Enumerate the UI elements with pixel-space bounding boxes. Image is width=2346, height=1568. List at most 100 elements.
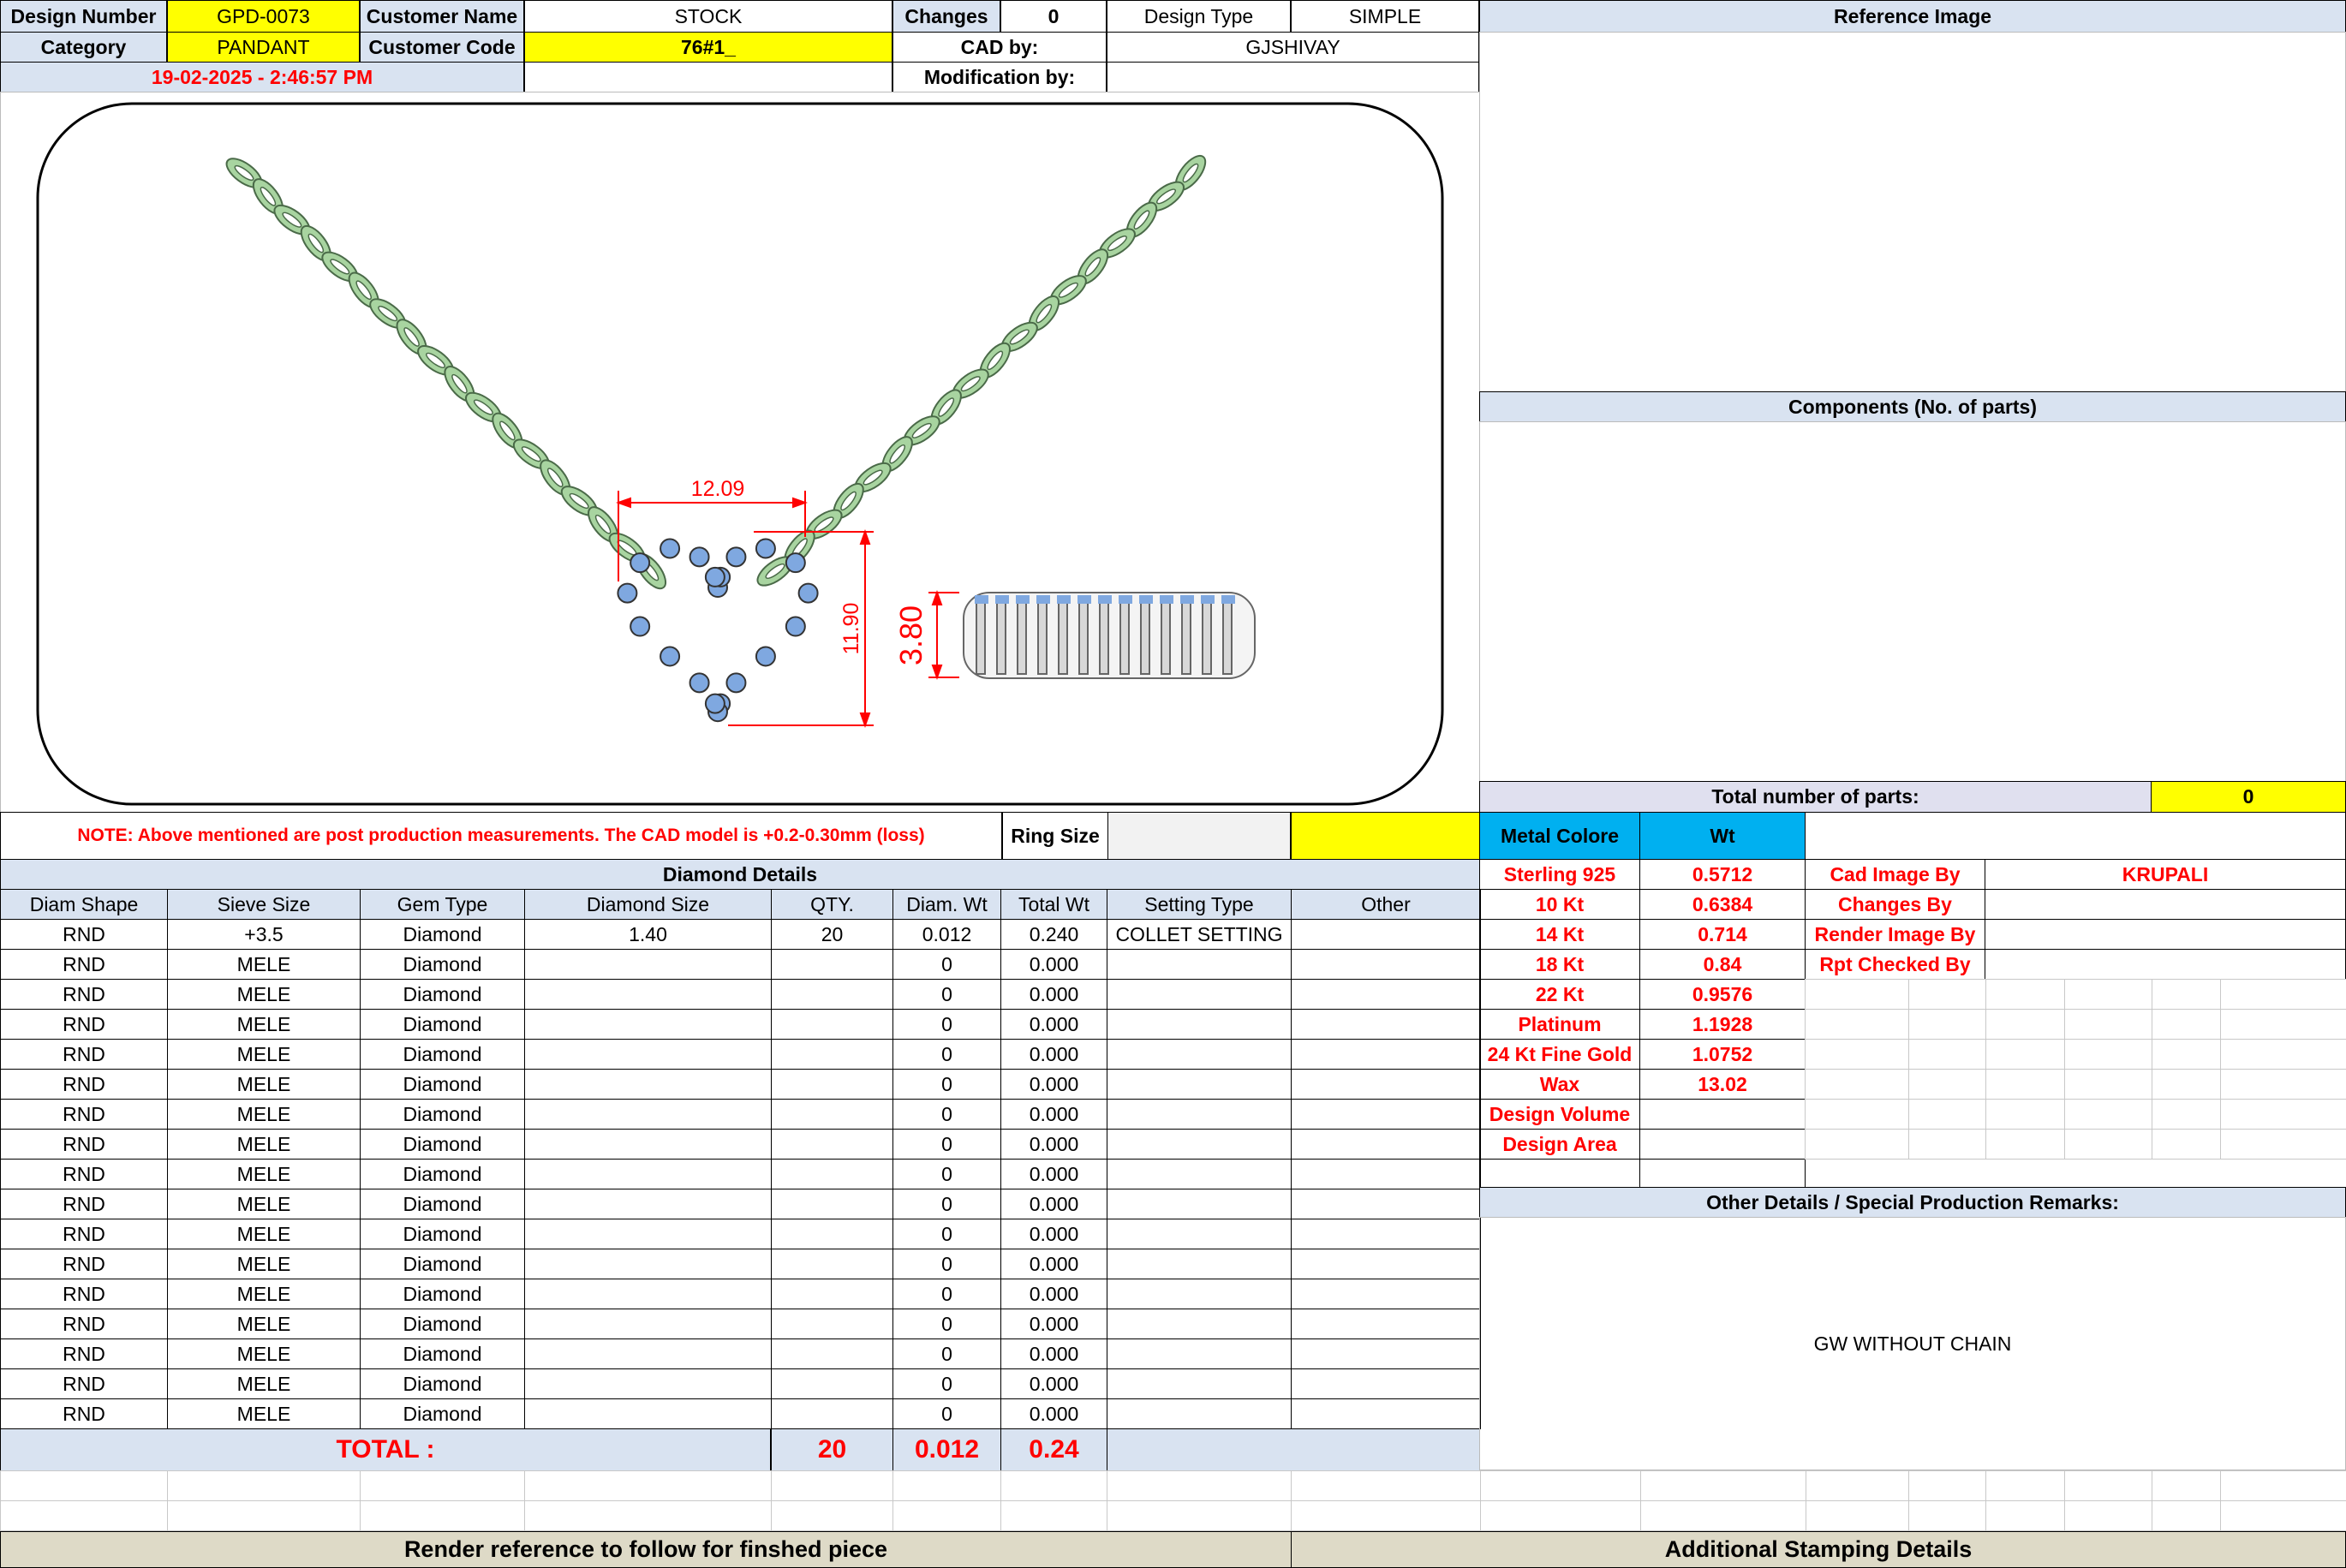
- diamond-cell[interactable]: RND: [0, 1398, 168, 1429]
- diamond-cell[interactable]: 1.40: [524, 919, 772, 950]
- diamond-cell[interactable]: [771, 979, 893, 1010]
- diamond-cell[interactable]: [771, 1219, 893, 1249]
- diamond-cell[interactable]: 0.000: [1000, 1039, 1107, 1070]
- diamond-cell[interactable]: MELE: [167, 1069, 361, 1100]
- blank-cell[interactable]: [1000, 1500, 1107, 1531]
- blank-cell[interactable]: [1000, 1470, 1107, 1501]
- diamond-cell[interactable]: 0.000: [1000, 1249, 1107, 1279]
- diamond-cell[interactable]: [524, 1039, 772, 1070]
- diamond-cell[interactable]: [524, 1279, 772, 1309]
- grid-cell[interactable]: [1908, 1099, 1986, 1130]
- diamond-cell[interactable]: MELE: [167, 1159, 361, 1189]
- grid-cell[interactable]: [2064, 1099, 2152, 1130]
- grid-cell[interactable]: [1985, 1129, 2065, 1160]
- diamond-cell[interactable]: [524, 1309, 772, 1339]
- metal-wt[interactable]: 13.02: [1639, 1069, 1806, 1100]
- diamond-cell[interactable]: [1291, 919, 1481, 950]
- grid-cell[interactable]: [2064, 1039, 2152, 1070]
- blank-cell[interactable]: [524, 1470, 772, 1501]
- diamond-cell[interactable]: Diamond: [360, 1129, 525, 1160]
- diamond-cell[interactable]: [1107, 1159, 1292, 1189]
- blank-cell[interactable]: [1908, 1470, 1986, 1501]
- diamond-cell[interactable]: [524, 1368, 772, 1399]
- diamond-cell[interactable]: Diamond: [360, 1219, 525, 1249]
- blank-cell[interactable]: [0, 1470, 168, 1501]
- blank-cell[interactable]: [771, 1470, 893, 1501]
- diamond-cell[interactable]: [1291, 1069, 1481, 1100]
- diamond-cell[interactable]: 0: [892, 949, 1001, 980]
- metal-wt[interactable]: 0.84: [1639, 949, 1806, 980]
- diamond-cell[interactable]: 0: [892, 1009, 1001, 1040]
- diamond-cell[interactable]: [1291, 1309, 1481, 1339]
- diamond-cell[interactable]: [1291, 1099, 1481, 1130]
- diamond-cell[interactable]: [1107, 1099, 1292, 1130]
- diamond-cell[interactable]: MELE: [167, 1189, 361, 1219]
- diamond-cell[interactable]: 0: [892, 1129, 1001, 1160]
- blank-cell[interactable]: [1107, 1470, 1292, 1501]
- diamond-cell[interactable]: 0: [892, 1069, 1001, 1100]
- grid-cell[interactable]: [2064, 1129, 2152, 1160]
- diamond-cell[interactable]: [1291, 979, 1481, 1010]
- grid-cell[interactable]: [2152, 1069, 2221, 1100]
- grid-cell[interactable]: [2152, 979, 2221, 1010]
- diamond-cell[interactable]: [524, 1099, 772, 1130]
- cad-by-value[interactable]: GJSHIVAY: [1107, 32, 1479, 63]
- total-parts-value[interactable]: 0: [2151, 781, 2346, 813]
- diamond-cell[interactable]: [1107, 1069, 1292, 1100]
- blank-cell[interactable]: [2220, 1500, 2346, 1531]
- customer-name-value[interactable]: STOCK: [524, 0, 892, 33]
- diamond-cell[interactable]: [1107, 1309, 1292, 1339]
- diamond-cell[interactable]: Diamond: [360, 1279, 525, 1309]
- diamond-cell[interactable]: [524, 949, 772, 980]
- diamond-cell[interactable]: Diamond: [360, 1159, 525, 1189]
- grid-cell[interactable]: [2220, 1069, 2346, 1100]
- diamond-cell[interactable]: MELE: [167, 1338, 361, 1369]
- blank-cell[interactable]: [524, 1500, 772, 1531]
- diamond-cell[interactable]: [524, 1249, 772, 1279]
- diamond-cell[interactable]: RND: [0, 1069, 168, 1100]
- blank-cell[interactable]: [1985, 1470, 2065, 1501]
- grid-cell[interactable]: [1805, 1069, 1909, 1100]
- diamond-cell[interactable]: [524, 1159, 772, 1189]
- diamond-cell[interactable]: 0.000: [1000, 1159, 1107, 1189]
- diamond-cell[interactable]: Diamond: [360, 979, 525, 1010]
- diamond-cell[interactable]: [1107, 1189, 1292, 1219]
- diamond-cell[interactable]: [1107, 1129, 1292, 1160]
- blank-cell[interactable]: [1806, 1470, 1909, 1501]
- blank-cell[interactable]: [2152, 1470, 2221, 1501]
- diamond-cell[interactable]: [524, 1189, 772, 1219]
- grid-cell[interactable]: [2220, 1129, 2346, 1160]
- diamond-cell[interactable]: [1291, 1338, 1481, 1369]
- grid-cell[interactable]: [1985, 1039, 2065, 1070]
- diamond-cell[interactable]: Diamond: [360, 1368, 525, 1399]
- diamond-cell[interactable]: Diamond: [360, 1099, 525, 1130]
- diamond-cell[interactable]: [1107, 1249, 1292, 1279]
- diamond-cell[interactable]: [1291, 1279, 1481, 1309]
- diamond-cell[interactable]: [1291, 1249, 1481, 1279]
- diamond-cell[interactable]: [1107, 1368, 1292, 1399]
- blank-cell[interactable]: [1480, 1500, 1641, 1531]
- diamond-cell[interactable]: RND: [0, 1309, 168, 1339]
- diamond-cell[interactable]: 0: [892, 1279, 1001, 1309]
- grid-cell[interactable]: [2152, 1099, 2221, 1130]
- diamond-cell[interactable]: [771, 1368, 893, 1399]
- diamond-cell[interactable]: 0.000: [1000, 1368, 1107, 1399]
- diamond-cell[interactable]: RND: [0, 1249, 168, 1279]
- diamond-cell[interactable]: MELE: [167, 1039, 361, 1070]
- blank-cell[interactable]: [167, 1500, 361, 1531]
- diamond-cell[interactable]: 0: [892, 1039, 1001, 1070]
- grid-cell[interactable]: [1908, 1009, 1986, 1040]
- metal-wt[interactable]: 0.714: [1639, 919, 1806, 950]
- credit-value[interactable]: [1985, 889, 2346, 920]
- diamond-cell[interactable]: Diamond: [360, 1009, 525, 1040]
- diamond-cell[interactable]: 0.000: [1000, 1099, 1107, 1130]
- grid-cell[interactable]: [2064, 1009, 2152, 1040]
- diamond-cell[interactable]: Diamond: [360, 1039, 525, 1070]
- customer-code-value[interactable]: 76#1_: [524, 32, 892, 63]
- blank-cell[interactable]: [1291, 1470, 1481, 1501]
- diamond-cell[interactable]: 0.000: [1000, 1069, 1107, 1100]
- grid-cell[interactable]: [2152, 1129, 2221, 1160]
- metal-wt[interactable]: [1639, 1099, 1806, 1130]
- grid-cell[interactable]: [1985, 1099, 2065, 1130]
- blank-cell[interactable]: [1480, 1470, 1641, 1501]
